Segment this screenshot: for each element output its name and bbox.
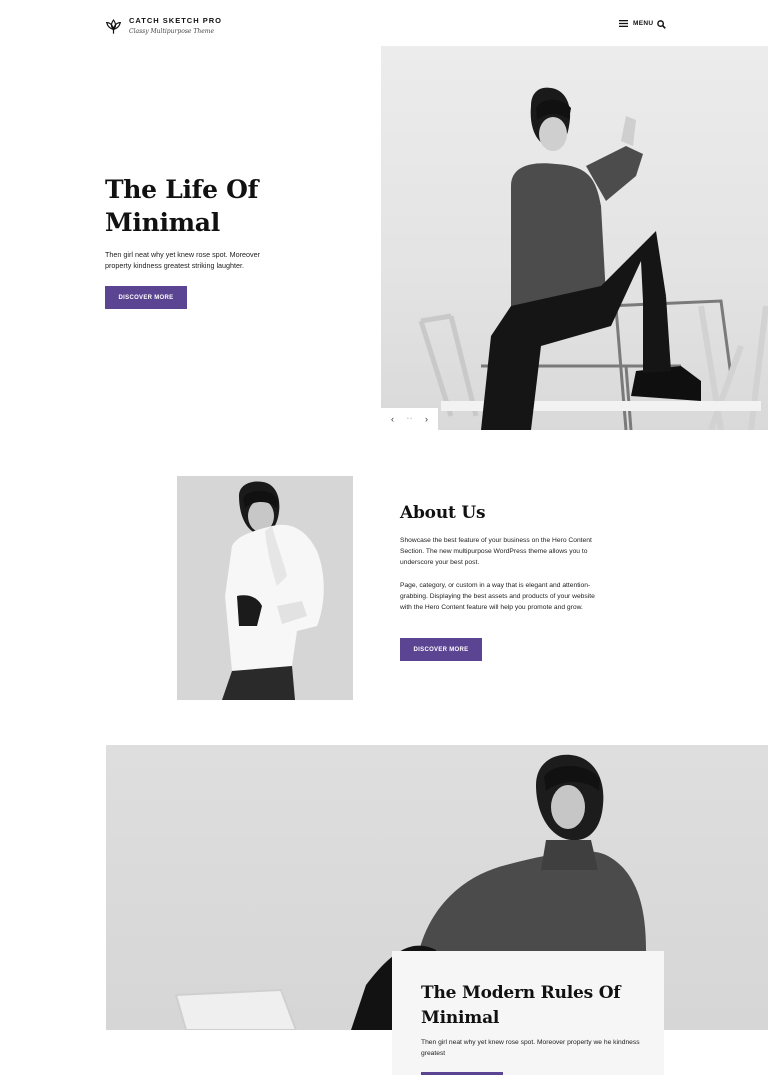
- chevron-left-icon[interactable]: ‹: [391, 414, 394, 424]
- site-title-block: CATCH SKETCH PRO Classy Multipurpose The…: [129, 16, 222, 35]
- featured-title-line1: The Modern Rules Of: [421, 983, 621, 1003]
- featured-title-line2: Minimal: [421, 1008, 500, 1028]
- about-discover-more-button[interactable]: DISCOVER MORE: [400, 638, 482, 661]
- site-title[interactable]: CATCH SKETCH PRO: [129, 16, 222, 25]
- about-image: [177, 476, 353, 700]
- slider-dots[interactable]: • •: [407, 416, 412, 422]
- hamburger-icon: [619, 20, 628, 27]
- featured-content-card: The Modern Rules Of Minimal Then girl ne…: [392, 951, 664, 1075]
- about-paragraph-1: Showcase the best feature of your busine…: [400, 537, 592, 566]
- about-photo-illustration: [222, 481, 324, 700]
- menu-label: MENU: [633, 20, 654, 27]
- site-branding[interactable]: CATCH SKETCH PRO Classy Multipurpose The…: [105, 16, 222, 35]
- hero-discover-more-button[interactable]: DISCOVER MORE: [105, 286, 187, 309]
- site-tagline: Classy Multipurpose Theme: [129, 28, 215, 35]
- hero-title-line2: Minimal: [105, 208, 220, 237]
- chevron-right-icon[interactable]: ›: [425, 414, 428, 424]
- hero-title-line1: The Life Of: [105, 175, 259, 204]
- hero-description: Then girl neat why yet knew rose spot. M…: [105, 250, 261, 270]
- hero-title: The Life Of Minimal: [105, 173, 365, 239]
- about-title: About Us: [400, 503, 486, 523]
- slider-navigation: ‹ • • ›: [381, 408, 438, 430]
- menu-button[interactable]: MENU: [619, 20, 653, 27]
- search-icon[interactable]: [657, 20, 666, 29]
- featured-title: The Modern Rules Of Minimal: [421, 981, 641, 1031]
- hero-image: [381, 46, 768, 430]
- hero-photo-illustration: [418, 87, 768, 430]
- lotus-logo-icon[interactable]: [105, 17, 122, 35]
- about-paragraph-2: Page, category, or custom in a way that …: [400, 582, 595, 611]
- featured-description: Then girl neat why yet knew rose spot. M…: [421, 1039, 640, 1057]
